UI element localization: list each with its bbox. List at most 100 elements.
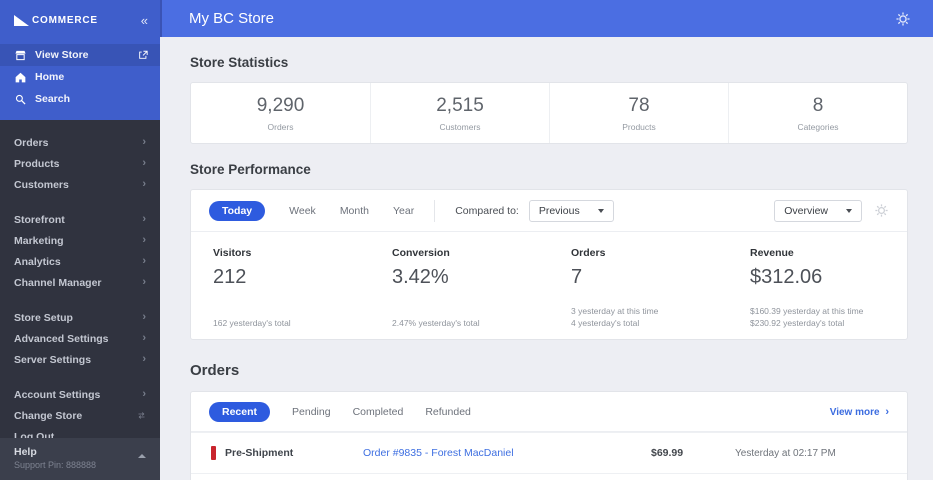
settings-gear-icon[interactable] — [895, 11, 911, 27]
sidebar-item-account-settings[interactable]: Account Settings › — [0, 384, 160, 405]
tab-recent[interactable]: Recent — [209, 401, 271, 422]
metric-value: $312.06 — [750, 266, 823, 288]
order-row: Pre-Shipment Order #9835 - Forest MacDan… — [191, 432, 907, 473]
compared-to-select[interactable]: Previous — [528, 199, 614, 222]
chevron-right-icon: › — [142, 255, 146, 267]
metric-sub — [392, 305, 549, 317]
chevron-right-icon: › — [142, 234, 146, 246]
tab-refunded[interactable]: Refunded — [425, 406, 471, 418]
sidebar-item-label: View Store — [35, 49, 89, 61]
sidebar-item-store-setup[interactable]: Store Setup › — [0, 307, 160, 328]
orders-title: Orders — [190, 362, 240, 379]
metric-label: Visitors — [213, 247, 252, 259]
sidebar-item-advanced-settings[interactable]: Advanced Settings › — [0, 328, 160, 349]
chevron-right-icon: › — [142, 136, 146, 148]
sidebar-item-change-store[interactable]: Change Store — [0, 405, 160, 426]
metric-orders: Orders 7 3 yesterday at this time 4 yest… — [549, 245, 728, 329]
chevron-right-icon: › — [142, 157, 146, 169]
sidebar-item-home[interactable]: Home — [0, 66, 160, 88]
stat-value: 78 — [628, 94, 650, 116]
stat-label: Customers — [439, 121, 481, 132]
order-amount: $69.99 — [651, 447, 684, 459]
metric-label: Orders — [571, 247, 606, 259]
sidebar-item-label: Server Settings — [14, 353, 92, 366]
stat-products: 78 Products — [549, 83, 728, 143]
external-link-icon — [138, 50, 148, 60]
chevron-right-icon: › — [142, 353, 146, 365]
swap-icon — [137, 411, 146, 420]
chevron-right-icon: › — [142, 276, 146, 288]
sidebar-item-label: Store Setup — [14, 311, 73, 324]
stat-label: Products — [622, 121, 656, 132]
sidebar-item-products[interactable]: Products › — [0, 153, 160, 174]
metric-sub: $160.39 yesterday at this time — [750, 306, 864, 316]
order-time: Yesterday at 02:17 PM — [735, 447, 836, 459]
sidebar-top-section: COMMERCE « View Store Home Search — [0, 0, 160, 120]
sidebar: COMMERCE « View Store Home Search Orders… — [0, 0, 160, 480]
bigcommerce-logo-icon — [14, 15, 29, 26]
order-row: Pre-Shipment Order #9834 - Tacitus Cornb… — [191, 473, 907, 480]
chevron-right-icon: › — [885, 405, 889, 418]
logo: COMMERCE « — [0, 0, 160, 44]
logo-text: COMMERCE — [32, 15, 98, 26]
sidebar-item-label: Search — [35, 93, 71, 105]
sidebar-item-search[interactable]: Search — [0, 88, 160, 110]
sidebar-item-label: Home — [35, 71, 65, 83]
metric-value: 7 — [571, 266, 583, 288]
store-performance-card: Today Week Month Year Compared to: Previ… — [190, 189, 908, 340]
store-statistics-title: Store Statistics — [190, 55, 289, 70]
top-bar: My BC Store — [160, 0, 933, 37]
sidebar-item-label: Products — [14, 157, 60, 170]
tab-pending[interactable]: Pending — [292, 406, 331, 418]
sidebar-item-server-settings[interactable]: Server Settings › — [0, 349, 160, 370]
sidebar-item-view-store[interactable]: View Store — [0, 44, 160, 66]
sidebar-item-label: Marketing — [14, 234, 64, 247]
sidebar-item-marketing[interactable]: Marketing › — [0, 230, 160, 251]
stat-label: Orders — [267, 121, 294, 132]
order-link[interactable]: Order #9835 - Forest MacDaniel — [363, 447, 651, 459]
dashboard-content: Store Statistics 9,290 Orders 2,515 Cust… — [160, 55, 933, 480]
view-more-link[interactable]: View more › — [830, 406, 889, 418]
chevron-right-icon: › — [142, 388, 146, 400]
sidebar-item-label: Account Settings — [14, 388, 101, 401]
tab-month[interactable]: Month — [340, 205, 369, 217]
sidebar-item-label: Change Store — [14, 409, 83, 422]
store-statistics-card: 9,290 Orders 2,515 Customers 78 Products… — [190, 82, 908, 144]
overview-select[interactable]: Overview — [774, 199, 862, 222]
chevron-down-icon — [846, 208, 852, 213]
help-panel[interactable]: Help Support Pin: 888888 — [0, 438, 160, 480]
sidebar-item-label: Channel Manager — [14, 276, 102, 289]
performance-settings-gear-icon[interactable] — [874, 203, 889, 218]
sidebar-item-label: Storefront — [14, 213, 65, 226]
order-status: Pre-Shipment — [225, 447, 294, 459]
help-title: Help — [14, 446, 37, 458]
metric-sub: 162 yesterday's total — [213, 318, 291, 328]
chevron-right-icon: › — [142, 332, 146, 344]
store-title: My BC Store — [189, 10, 275, 27]
performance-toolbar: Today Week Month Year Compared to: Previ… — [191, 190, 907, 232]
performance-metrics: Visitors 212 162 yesterday's total Conve… — [191, 232, 907, 339]
orders-card: Recent Pending Completed Refunded View m… — [190, 391, 908, 480]
sidebar-item-label: Orders — [14, 136, 49, 149]
metric-conversion: Conversion 3.42% 2.47% yesterday's total — [370, 245, 549, 329]
tab-week[interactable]: Week — [289, 205, 316, 217]
metric-visitors: Visitors 212 162 yesterday's total — [191, 245, 370, 329]
metric-sub: 3 yesterday at this time — [571, 306, 659, 316]
sidebar-menu: Orders › Products › Customers › Storefro… — [0, 120, 160, 447]
tab-completed[interactable]: Completed — [353, 406, 404, 418]
chevron-up-icon — [138, 454, 146, 458]
tab-today[interactable]: Today — [209, 200, 266, 221]
sidebar-item-analytics[interactable]: Analytics › — [0, 251, 160, 272]
sidebar-item-orders[interactable]: Orders › — [0, 132, 160, 153]
status-badge — [211, 446, 216, 460]
sidebar-item-storefront[interactable]: Storefront › — [0, 209, 160, 230]
sidebar-item-customers[interactable]: Customers › — [0, 174, 160, 195]
support-pin: Support Pin: 888888 — [14, 460, 97, 470]
stat-categories: 8 Categories — [728, 83, 907, 143]
main-area: My BC Store Store Statistics 9,290 Order… — [160, 0, 933, 480]
stat-orders: 9,290 Orders — [191, 83, 370, 143]
collapse-sidebar-icon[interactable]: « — [141, 13, 148, 28]
sidebar-item-channel-manager[interactable]: Channel Manager › — [0, 272, 160, 293]
compared-to-value: Previous — [538, 204, 580, 217]
tab-year[interactable]: Year — [393, 205, 414, 217]
